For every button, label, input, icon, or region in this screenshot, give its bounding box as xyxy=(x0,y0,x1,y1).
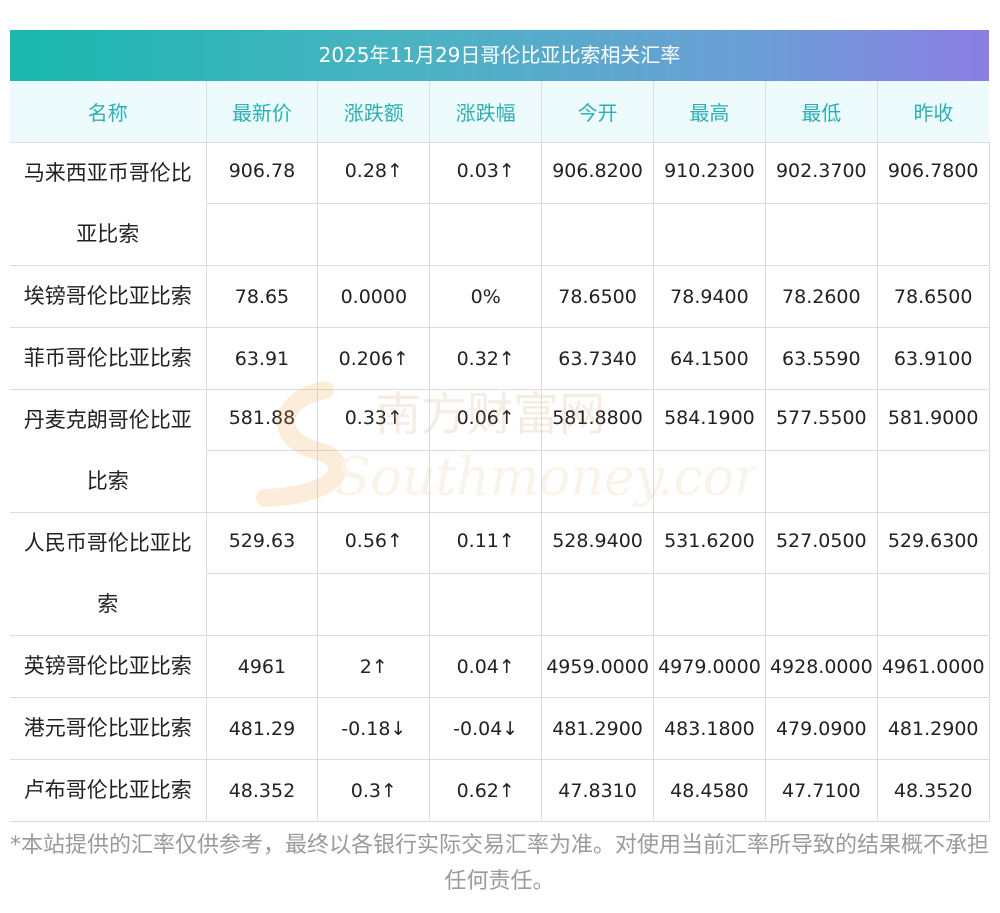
change-percent: 0% xyxy=(429,265,543,328)
table-row: 菲币哥伦比亚比索 63.91 0.206↑ 0.32↑ 63.7340 64.1500 63… xyxy=(10,327,990,390)
table-title: 2025年11月29日哥伦比亚比索相关汇率 xyxy=(10,30,989,81)
low-price: 47.7100 xyxy=(765,759,878,822)
last-price: 581.88 xyxy=(206,389,319,513)
currency-pair-name: 马来西亚币哥伦比亚比索 xyxy=(10,142,207,266)
high-price: 64.1500 xyxy=(653,327,766,390)
high-price: 78.9400 xyxy=(653,265,766,328)
header-name: 名称 xyxy=(10,81,207,143)
currency-pair-name: 菲币哥伦比亚比索 xyxy=(10,327,207,390)
high-price: 910.2300 xyxy=(653,142,766,266)
table-row: 丹麦克朗哥伦比亚比索 581.88 0.33↑ 0.06↑ 581.8800 584.19… xyxy=(10,389,990,513)
table-header-row: 名称 最新价 涨跌额 涨跌幅 今开 最高 最低 昨收 xyxy=(10,81,990,143)
header-last: 最新价 xyxy=(206,81,319,143)
currency-pair-name: 港元哥伦比亚比索 xyxy=(10,697,207,760)
last-price: 63.91 xyxy=(206,327,319,390)
header-pct: 涨跌幅 xyxy=(429,81,543,143)
change-percent: 0.06↑ xyxy=(429,389,543,513)
low-price: 4928.0000 xyxy=(765,635,878,698)
change-amount: 0.206↑ xyxy=(317,327,431,390)
open-price: 481.2900 xyxy=(541,697,654,760)
low-price: 479.0900 xyxy=(765,697,878,760)
change-amount: 0.3↑ xyxy=(317,759,431,822)
change-percent: 0.11↑ xyxy=(429,512,543,636)
last-price: 906.78 xyxy=(206,142,319,266)
open-price: 47.8310 xyxy=(541,759,654,822)
low-price: 78.2600 xyxy=(765,265,878,328)
table-row: 港元哥伦比亚比索 481.29 -0.18↓ -0.04↓ 481.2900 483.18… xyxy=(10,697,990,760)
prev-close: 48.3520 xyxy=(877,759,990,822)
currency-pair-name: 卢布哥伦比亚比索 xyxy=(10,759,207,822)
change-amount: 0.0000 xyxy=(317,265,431,328)
change-amount: 0.28↑ xyxy=(317,142,431,266)
high-price: 483.1800 xyxy=(653,697,766,760)
last-price: 48.352 xyxy=(206,759,319,822)
currency-pair-name: 人民币哥伦比亚比索 xyxy=(10,512,207,636)
open-price: 581.8800 xyxy=(541,389,654,513)
change-percent: 0.03↑ xyxy=(429,142,543,266)
change-percent: 0.62↑ xyxy=(429,759,543,822)
prev-close: 906.7800 xyxy=(877,142,990,266)
table-row: 人民币哥伦比亚比索 529.63 0.56↑ 0.11↑ 528.9400 531.620… xyxy=(10,512,990,636)
currency-pair-name: 丹麦克朗哥伦比亚比索 xyxy=(10,389,207,513)
high-price: 48.4580 xyxy=(653,759,766,822)
table-row: 马来西亚币哥伦比亚比索 906.78 0.28↑ 0.03↑ 906.8200 910.2… xyxy=(10,142,990,266)
currency-pair-name: 埃镑哥伦比亚比索 xyxy=(10,265,207,328)
low-price: 527.0500 xyxy=(765,512,878,636)
table-row: 英镑哥伦比亚比索 4961 2↑ 0.04↑ 4959.0000 4979.0000 492… xyxy=(10,635,990,698)
table-row: 埃镑哥伦比亚比索 78.65 0.0000 0% 78.6500 78.9400 78.26… xyxy=(10,265,990,328)
change-amount: -0.18↓ xyxy=(317,697,431,760)
header-low: 最低 xyxy=(765,81,878,143)
change-percent: 0.32↑ xyxy=(429,327,543,390)
high-price: 4979.0000 xyxy=(653,635,766,698)
header-prev: 昨收 xyxy=(877,81,990,143)
open-price: 63.7340 xyxy=(541,327,654,390)
low-price: 902.3700 xyxy=(765,142,878,266)
header-high: 最高 xyxy=(653,81,766,143)
change-amount: 0.33↑ xyxy=(317,389,431,513)
prev-close: 78.6500 xyxy=(877,265,990,328)
prev-close: 481.2900 xyxy=(877,697,990,760)
change-percent: 0.04↑ xyxy=(429,635,543,698)
high-price: 584.1900 xyxy=(653,389,766,513)
open-price: 528.9400 xyxy=(541,512,654,636)
last-price: 4961 xyxy=(206,635,319,698)
change-amount: 0.56↑ xyxy=(317,512,431,636)
header-change: 涨跌额 xyxy=(317,81,431,143)
open-price: 4959.0000 xyxy=(541,635,654,698)
exchange-rate-table: 名称 最新价 涨跌额 涨跌幅 今开 最高 最低 昨收 马来西亚币哥伦比亚比索 90… xyxy=(10,81,990,822)
prev-close: 4961.0000 xyxy=(877,635,990,698)
disclaimer-note: *本站提供的汇率仅供参考，最终以各银行实际交易汇率为准。对使用当前汇率所导致的结… xyxy=(10,833,990,894)
prev-close: 581.9000 xyxy=(877,389,990,513)
low-price: 63.5590 xyxy=(765,327,878,390)
last-price: 529.63 xyxy=(206,512,319,636)
prev-close: 63.9100 xyxy=(877,327,990,390)
last-price: 78.65 xyxy=(206,265,319,328)
prev-close: 529.6300 xyxy=(877,512,990,636)
open-price: 78.6500 xyxy=(541,265,654,328)
change-amount: 2↑ xyxy=(317,635,431,698)
high-price: 531.6200 xyxy=(653,512,766,636)
header-open: 今开 xyxy=(541,81,654,143)
change-percent: -0.04↓ xyxy=(429,697,543,760)
table-row: 卢布哥伦比亚比索 48.352 0.3↑ 0.62↑ 47.8310 48.4580 47.… xyxy=(10,759,990,822)
last-price: 481.29 xyxy=(206,697,319,760)
open-price: 906.8200 xyxy=(541,142,654,266)
currency-pair-name: 英镑哥伦比亚比索 xyxy=(10,635,207,698)
low-price: 577.5500 xyxy=(765,389,878,513)
